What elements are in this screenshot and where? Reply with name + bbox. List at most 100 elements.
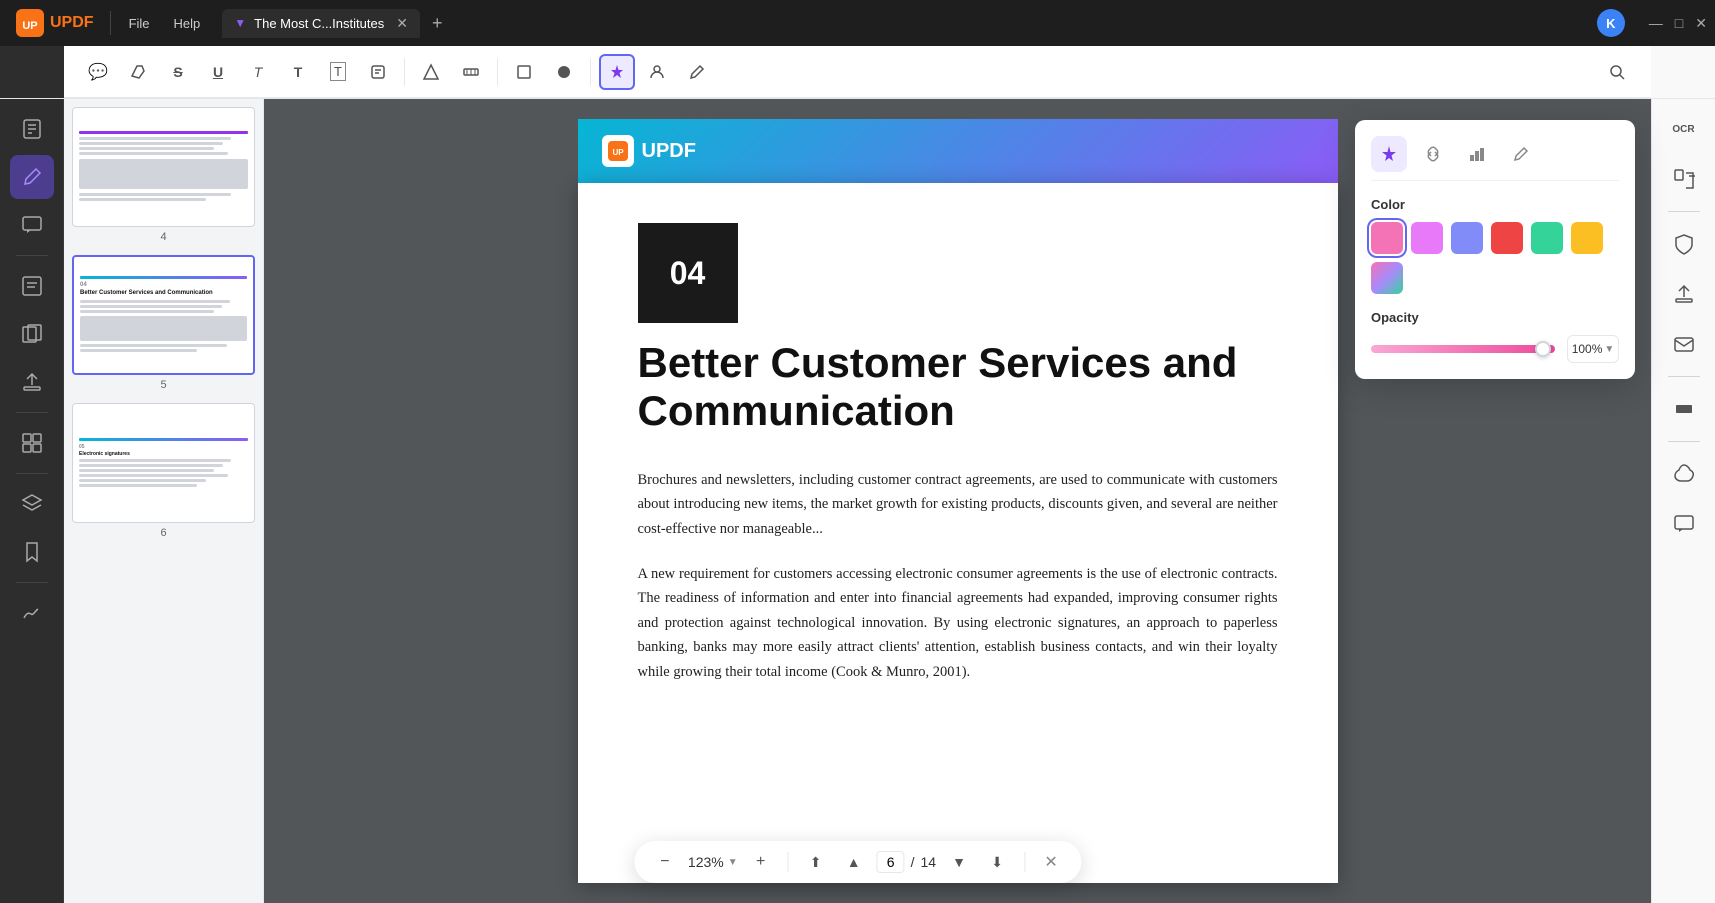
active-tab[interactable]: ▼ The Most C...Institutes ✕ <box>222 9 420 38</box>
updf-logo-icon: UP <box>16 9 44 37</box>
paragraph-1: Brochures and newsletters, including cus… <box>638 468 1278 542</box>
page-title: Better Customer Services and Communicati… <box>638 339 1278 436</box>
total-pages: 14 <box>921 854 937 870</box>
annotate-tool-btn[interactable] <box>10 155 54 199</box>
underline-tool[interactable]: U <box>200 54 236 90</box>
bookmark-tool-btn[interactable] <box>10 530 54 574</box>
chat-btn[interactable] <box>1662 502 1706 546</box>
next-page-button[interactable]: ▼ <box>944 847 974 877</box>
zoom-out-button[interactable]: − <box>650 847 680 877</box>
paragraph-2: A new require­ment for customers accessi… <box>638 562 1278 685</box>
toolbar-sep-3 <box>590 58 591 86</box>
swatch-yellow[interactable] <box>1571 222 1603 254</box>
svg-text:UP: UP <box>612 148 624 157</box>
export-tool-btn[interactable] <box>10 360 54 404</box>
stamp-tool[interactable] <box>360 54 396 90</box>
page-indicator: / 14 <box>877 851 936 873</box>
page-number-input[interactable] <box>877 851 905 873</box>
thumbnail-6[interactable]: 05 Electronic signatures 6 <box>72 403 255 539</box>
swatch-pink[interactable] <box>1371 222 1403 254</box>
ai-tool[interactable] <box>599 54 635 90</box>
add-tab-button[interactable]: + <box>432 13 443 34</box>
avatar[interactable]: K <box>1597 9 1625 37</box>
zoom-in-button[interactable]: + <box>746 847 776 877</box>
opacity-track <box>1371 345 1555 353</box>
zoom-dropdown-arrow[interactable]: ▼ <box>728 857 738 868</box>
redact-btn[interactable] <box>1662 387 1706 431</box>
banner-logo-icon: UP <box>602 135 634 167</box>
organize-tool-btn[interactable] <box>10 421 54 465</box>
thumbnail-panel: 4 04 Better Customer Services and Commun… <box>64 99 264 903</box>
tab-close-icon[interactable]: ✕ <box>396 15 408 32</box>
ai-assistant-btn[interactable] <box>1662 452 1706 496</box>
thumb-frame-5: 04 Better Customer Services and Communic… <box>72 255 255 375</box>
edit-picker-tab[interactable] <box>1503 136 1539 172</box>
opacity-slider[interactable] <box>1371 341 1555 357</box>
thumb-frame-4 <box>72 107 255 227</box>
opacity-dropdown-icon[interactable]: ▼ <box>1604 344 1614 355</box>
close-nav-button[interactable]: ✕ <box>1037 848 1065 876</box>
opacity-thumb[interactable] <box>1535 341 1551 357</box>
swatch-indigo[interactable] <box>1451 222 1483 254</box>
first-page-button[interactable]: ⬆ <box>801 847 831 877</box>
annotation-toolbar: 💬 S U T T T <box>64 46 1651 98</box>
layers-tool-btn[interactable] <box>10 482 54 526</box>
sparkle-picker-tab[interactable] <box>1371 136 1407 172</box>
opacity-value: 100% ▼ <box>1567 335 1619 363</box>
banner-logo: UP UPDF <box>602 135 696 167</box>
pages-tool-btn[interactable] <box>10 312 54 356</box>
link-picker-tab[interactable] <box>1415 136 1451 172</box>
chart-picker-tab[interactable] <box>1459 136 1495 172</box>
swatch-red[interactable] <box>1491 222 1523 254</box>
measure-tool[interactable] <box>453 54 489 90</box>
text-insert-tool[interactable]: T <box>240 54 276 90</box>
thumb-number-4: 4 <box>72 231 255 243</box>
swatch-rainbow[interactable] <box>1371 262 1403 294</box>
protect-btn[interactable] <box>1662 222 1706 266</box>
page-separator: / <box>911 854 915 870</box>
close-button[interactable]: ✕ <box>1695 15 1707 32</box>
highlight-tool[interactable] <box>120 54 156 90</box>
section-number-box: 04 <box>638 223 738 323</box>
maximize-button[interactable]: □ <box>1675 15 1683 32</box>
color-picker-panel: Color Opacity 100% ▼ <box>1355 120 1635 379</box>
last-page-button[interactable]: ⬇ <box>982 847 1012 877</box>
sign-tool-btn[interactable] <box>10 591 54 635</box>
tab-dropdown-icon[interactable]: ▼ <box>234 16 246 30</box>
person-tool[interactable] <box>639 54 675 90</box>
search-tool[interactable] <box>1599 54 1635 90</box>
thumbnail-5[interactable]: 04 Better Customer Services and Communic… <box>72 255 255 391</box>
swatch-green[interactable] <box>1531 222 1563 254</box>
swatch-fuchsia[interactable] <box>1411 222 1443 254</box>
thumb-number-5: 5 <box>72 379 255 391</box>
zoom-display[interactable]: 123% ▼ <box>688 854 738 870</box>
minimize-button[interactable]: — <box>1649 15 1663 32</box>
ocr-btn[interactable]: OCR <box>1662 107 1706 151</box>
section-number: 04 <box>670 255 706 292</box>
right-sidebar: OCR <box>1651 99 1715 903</box>
text-edit-tool[interactable]: T <box>320 54 356 90</box>
thumbnail-4[interactable]: 4 <box>72 107 255 243</box>
zoom-level: 123% <box>688 854 724 870</box>
color-fill-tool[interactable] <box>546 54 582 90</box>
convert-btn[interactable] <box>1662 157 1706 201</box>
shape-tool[interactable] <box>413 54 449 90</box>
prev-page-button[interactable]: ▲ <box>839 847 869 877</box>
email-btn[interactable] <box>1662 322 1706 366</box>
rect-tool[interactable] <box>506 54 542 90</box>
nav-bar-sep-2 <box>1024 852 1025 872</box>
share-btn[interactable] <box>1662 272 1706 316</box>
strikethrough-tool[interactable]: S <box>160 54 196 90</box>
reader-tool-btn[interactable] <box>10 107 54 151</box>
pen-tool[interactable] <box>679 54 715 90</box>
help-menu[interactable]: Help <box>164 12 211 35</box>
edit-text-btn[interactable] <box>10 264 54 308</box>
tab-title: The Most C...Institutes <box>254 16 384 31</box>
file-menu[interactable]: File <box>119 12 160 35</box>
toolbar-right <box>1599 54 1635 90</box>
comment-tool[interactable]: 💬 <box>80 54 116 90</box>
toolbar-sep-2 <box>497 58 498 86</box>
comment-tool-btn[interactable] <box>10 203 54 247</box>
text-box-tool[interactable]: T <box>280 54 316 90</box>
color-label: Color <box>1371 197 1619 212</box>
